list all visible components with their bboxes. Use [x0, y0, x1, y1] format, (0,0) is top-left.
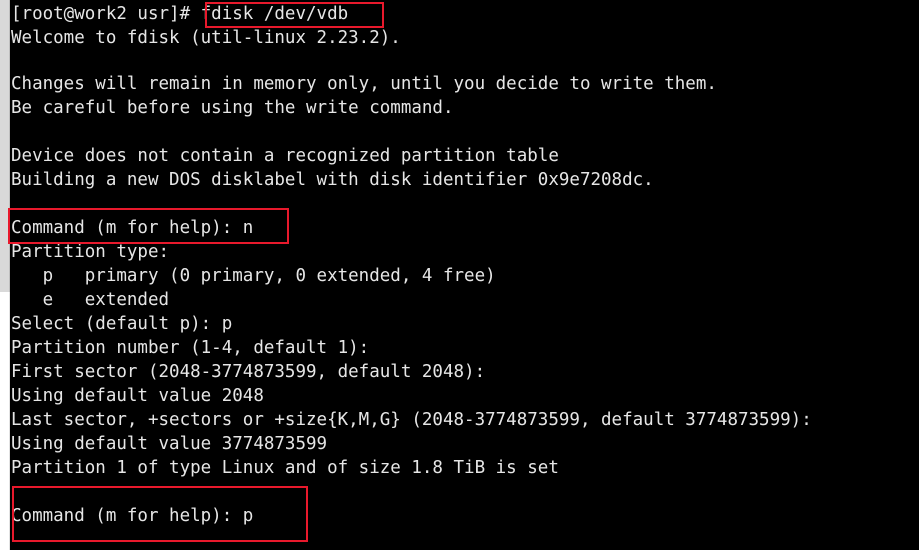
scrollbar-thumb[interactable]: [0, 0, 10, 292]
terminal-line-prompt-fdisk: [root@work2 usr]# fdisk /dev/vdb: [11, 4, 349, 24]
terminal-screenshot: [root@work2 usr]# fdisk /dev/vdb Welcome…: [0, 0, 919, 550]
terminal-line-first-sector: First sector (2048-3774873599, default 2…: [11, 362, 486, 382]
terminal-line-command-p: Command (m for help): p: [11, 506, 254, 526]
terminal-line-select-p: Select (default p): p: [11, 314, 233, 334]
terminal-line-partition-set: Partition 1 of type Linux and of size 1.…: [11, 458, 559, 478]
terminal-line-default-2048: Using default value 2048: [11, 386, 264, 406]
terminal-line-be-careful: Be careful before using the write comman…: [11, 98, 454, 118]
terminal-line-command-n: Command (m for help): n: [11, 218, 254, 238]
terminal-line-welcome: Welcome to fdisk (util-linux 2.23.2).: [11, 28, 401, 48]
terminal-line-option-primary: p primary (0 primary, 0 extended, 4 free…: [11, 266, 496, 286]
terminal-line-last-sector: Last sector, +sectors or +size{K,M,G} (2…: [11, 410, 812, 430]
scrollbar-track[interactable]: [0, 292, 10, 550]
vertical-scrollbar[interactable]: [0, 0, 10, 550]
terminal-line-no-partition-table: Device does not contain a recognized par…: [11, 146, 559, 166]
terminal-line-partition-type: Partition type:: [11, 242, 170, 262]
terminal-line-partition-number: Partition number (1-4, default 1):: [11, 338, 370, 358]
terminal-output[interactable]: [root@work2 usr]# fdisk /dev/vdb Welcome…: [10, 0, 919, 550]
terminal-line-disklabel: Building a new DOS disklabel with disk i…: [11, 170, 654, 190]
terminal-line-changes-memory: Changes will remain in memory only, unti…: [11, 74, 717, 94]
terminal-line-default-lastsector: Using default value 3774873599: [11, 434, 328, 454]
terminal-line-option-extended: e extended: [11, 290, 170, 310]
